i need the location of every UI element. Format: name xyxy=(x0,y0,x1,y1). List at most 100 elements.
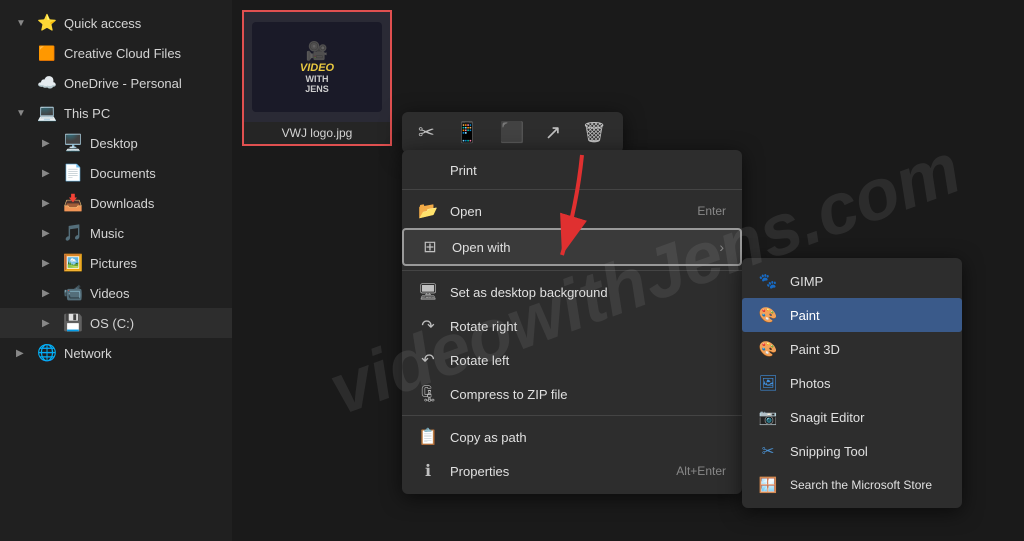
submenu-paint-3d[interactable]: 🎨 Paint 3D xyxy=(742,332,962,366)
sidebar-label: Documents xyxy=(90,166,156,181)
submenu-snagit[interactable]: 📷 Snagit Editor xyxy=(742,400,962,434)
context-toolbar: ✂ 📱 ⬛ ↗ 🗑 xyxy=(402,112,623,153)
sidebar-label: Network xyxy=(64,346,112,361)
rotate-right-icon: ↷ xyxy=(418,316,438,336)
ctx-compress-item[interactable]: 🗜 Compress to ZIP file xyxy=(402,377,742,411)
music-icon: 🎵 xyxy=(64,224,82,242)
ctx-set-desktop-item[interactable]: 🖥 Set as desktop background xyxy=(402,275,742,309)
downloads-icon: 📥 xyxy=(64,194,82,212)
snagit-icon: 📷 xyxy=(758,407,778,427)
pictures-icon: 🖼️ xyxy=(64,254,82,272)
creative-cloud-icon: 🟧 xyxy=(38,44,56,62)
expand-icon: ▶ xyxy=(42,138,56,149)
sidebar-item-this-pc[interactable]: ▼ 💻 This PC xyxy=(0,98,232,128)
submenu-photos[interactable]: 🖼 Photos xyxy=(742,366,962,400)
submenu-snipping[interactable]: ✂ Snipping Tool xyxy=(742,434,962,468)
ms-store-label: Search the Microsoft Store xyxy=(790,478,932,492)
photos-icon: 🖼 xyxy=(758,373,778,393)
sidebar-item-onedrive[interactable]: ☁️ OneDrive - Personal xyxy=(0,68,232,98)
photos-label: Photos xyxy=(790,376,830,391)
sidebar-item-music[interactable]: ▶ 🎵 Music xyxy=(0,218,232,248)
sidebar-item-quick-access[interactable]: ▼ ⭐ Quick access xyxy=(0,8,232,38)
expand-icon: ▶ xyxy=(42,318,56,329)
sidebar-label: OS (C:) xyxy=(90,316,134,331)
sidebar-label: Downloads xyxy=(90,196,154,211)
ctx-properties-item[interactable]: ℹ Properties Alt+Enter xyxy=(402,454,742,488)
expand-icon: ▶ xyxy=(42,198,56,209)
copy-path-label: Copy as path xyxy=(450,430,726,445)
cut-icon[interactable]: ✂ xyxy=(418,120,435,145)
open-with-arrow: › xyxy=(719,239,724,255)
desktop-icon: 🖥️ xyxy=(64,134,82,152)
sidebar: ▼ ⭐ Quick access 🟧 Creative Cloud Files … xyxy=(0,0,232,541)
file-thumbnail[interactable]: 🎥 VIDEO WITH JENS VWJ logo.jpg xyxy=(242,10,392,146)
expand-icon: ▶ xyxy=(42,168,56,179)
paint-3d-label: Paint 3D xyxy=(790,342,840,357)
videos-icon: 📹 xyxy=(64,284,82,302)
paint-icon: 🎨 xyxy=(758,305,778,325)
sidebar-label: This PC xyxy=(64,106,110,121)
compress-label: Compress to ZIP file xyxy=(450,387,726,402)
compress-icon: 🗜 xyxy=(418,384,438,404)
filename-label: VWJ logo.jpg xyxy=(244,122,390,144)
ms-store-icon: 🪟 xyxy=(758,475,778,495)
sidebar-label: Music xyxy=(90,226,124,241)
ctx-open-item[interactable]: 📂 Open Enter xyxy=(402,194,742,228)
ctx-separator xyxy=(402,189,742,190)
context-menu: Print 📂 Open Enter ⊞ Open with › 🖥 Set a… xyxy=(402,150,742,494)
sidebar-item-os-c[interactable]: ▶ 💾 OS (C:) xyxy=(0,308,232,338)
ctx-copy-path-item[interactable]: 📋 Copy as path xyxy=(402,420,742,454)
sidebar-item-desktop[interactable]: ▶ 🖥️ Desktop xyxy=(0,128,232,158)
sidebar-item-videos[interactable]: ▶ 📹 Videos xyxy=(0,278,232,308)
sidebar-item-pictures[interactable]: ▶ 🖼️ Pictures xyxy=(0,248,232,278)
rotate-right-label: Rotate right xyxy=(450,319,726,334)
snipping-icon: ✂ xyxy=(758,441,778,461)
submenu-paint[interactable]: 🎨 Paint xyxy=(742,298,962,332)
main-area: 🎥 VIDEO WITH JENS VWJ logo.jpg ✂ 📱 ⬛ ↗ 🗑… xyxy=(232,0,1024,541)
rotate-left-label: Rotate left xyxy=(450,353,726,368)
ctx-open-with-item[interactable]: ⊞ Open with › xyxy=(402,228,742,266)
open-shortcut: Enter xyxy=(697,204,726,218)
expand-icon: ▼ xyxy=(16,108,30,119)
delete-icon[interactable]: 🗑 xyxy=(581,120,606,145)
sidebar-label: Desktop xyxy=(90,136,138,151)
phone-icon[interactable]: 📱 xyxy=(455,120,480,145)
ctx-rotate-right-item[interactable]: ↷ Rotate right xyxy=(402,309,742,343)
paint-label: Paint xyxy=(790,308,820,323)
ctx-print-item[interactable]: Print xyxy=(402,156,742,185)
set-desktop-icon: 🖥 xyxy=(418,282,438,302)
quick-access-icon: ⭐ xyxy=(38,14,56,32)
copy-path-icon: 📋 xyxy=(418,427,438,447)
sidebar-label: OneDrive - Personal xyxy=(64,76,182,91)
submenu-ms-store[interactable]: 🪟 Search the Microsoft Store xyxy=(742,468,962,502)
properties-label: Properties xyxy=(450,464,664,479)
submenu: 🐾 GIMP 🎨 Paint 🎨 Paint 3D 🖼 Photos 📷 Sna… xyxy=(742,258,962,508)
open-with-icon: ⊞ xyxy=(420,237,440,257)
documents-icon: 📄 xyxy=(64,164,82,182)
print-label: Print xyxy=(450,163,477,178)
share-icon[interactable]: ↗ xyxy=(545,120,562,145)
sidebar-item-documents[interactable]: ▶ 📄 Documents xyxy=(0,158,232,188)
rotate-left-icon: ↶ xyxy=(418,350,438,370)
sidebar-label: Videos xyxy=(90,286,130,301)
expand-icon: ▶ xyxy=(42,258,56,269)
expand-icon: ▶ xyxy=(42,288,56,299)
thumb-jens-text: JENS xyxy=(300,84,334,94)
os-c-icon: 💾 xyxy=(64,314,82,332)
expand-icon: ▼ xyxy=(16,18,30,29)
expand-icon: ▶ xyxy=(16,348,30,359)
sidebar-label: Quick access xyxy=(64,16,141,31)
thumb-with-text: WITH xyxy=(300,74,334,84)
ctx-rotate-left-item[interactable]: ↶ Rotate left xyxy=(402,343,742,377)
submenu-gimp[interactable]: 🐾 GIMP xyxy=(742,264,962,298)
this-pc-icon: 💻 xyxy=(38,104,56,122)
expand-icon: ▶ xyxy=(42,228,56,239)
properties-icon: ℹ xyxy=(418,461,438,481)
set-desktop-label: Set as desktop background xyxy=(450,285,726,300)
sidebar-item-downloads[interactable]: ▶ 📥 Downloads xyxy=(0,188,232,218)
onedrive-icon: ☁️ xyxy=(38,74,56,92)
copy-icon[interactable]: ⬛ xyxy=(500,120,525,145)
sidebar-item-network[interactable]: ▶ 🌐 Network xyxy=(0,338,232,368)
open-with-label: Open with xyxy=(452,240,707,255)
sidebar-item-creative-cloud[interactable]: 🟧 Creative Cloud Files xyxy=(0,38,232,68)
